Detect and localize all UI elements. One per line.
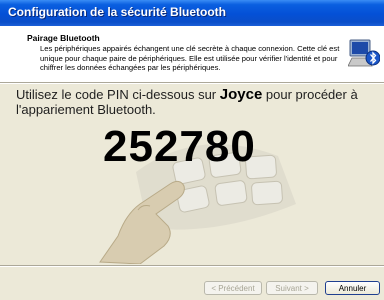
pin-code: 252780 [103, 122, 256, 171]
window-title: Configuration de la sécurité Bluetooth [8, 5, 227, 19]
instruction-text-before: Utilisez le code PIN ci-dessous sur [16, 87, 220, 102]
header-description: Les périphériques appairés échangent une… [40, 44, 340, 73]
header-divider-highlight [0, 83, 384, 84]
device-name: Joyce [219, 86, 263, 103]
header-title: Pairage Bluetooth [27, 33, 100, 43]
title-bar[interactable]: Configuration de la sécurité Bluetooth [0, 0, 384, 26]
previous-button[interactable]: < Précédent [204, 281, 262, 295]
bluetooth-computer-icon [348, 39, 380, 67]
bluetooth-security-wizard: Configuration de la sécurité Bluetooth P… [0, 0, 384, 300]
pin-instruction: Utilisez le code PIN ci-dessous sur Joyc… [16, 87, 366, 117]
next-button[interactable]: Suivant > [266, 281, 318, 295]
wizard-header: Pairage Bluetooth Les périphériques appa… [0, 26, 384, 82]
footer-divider-highlight [0, 266, 384, 267]
cancel-button[interactable]: Annuler [325, 281, 380, 295]
